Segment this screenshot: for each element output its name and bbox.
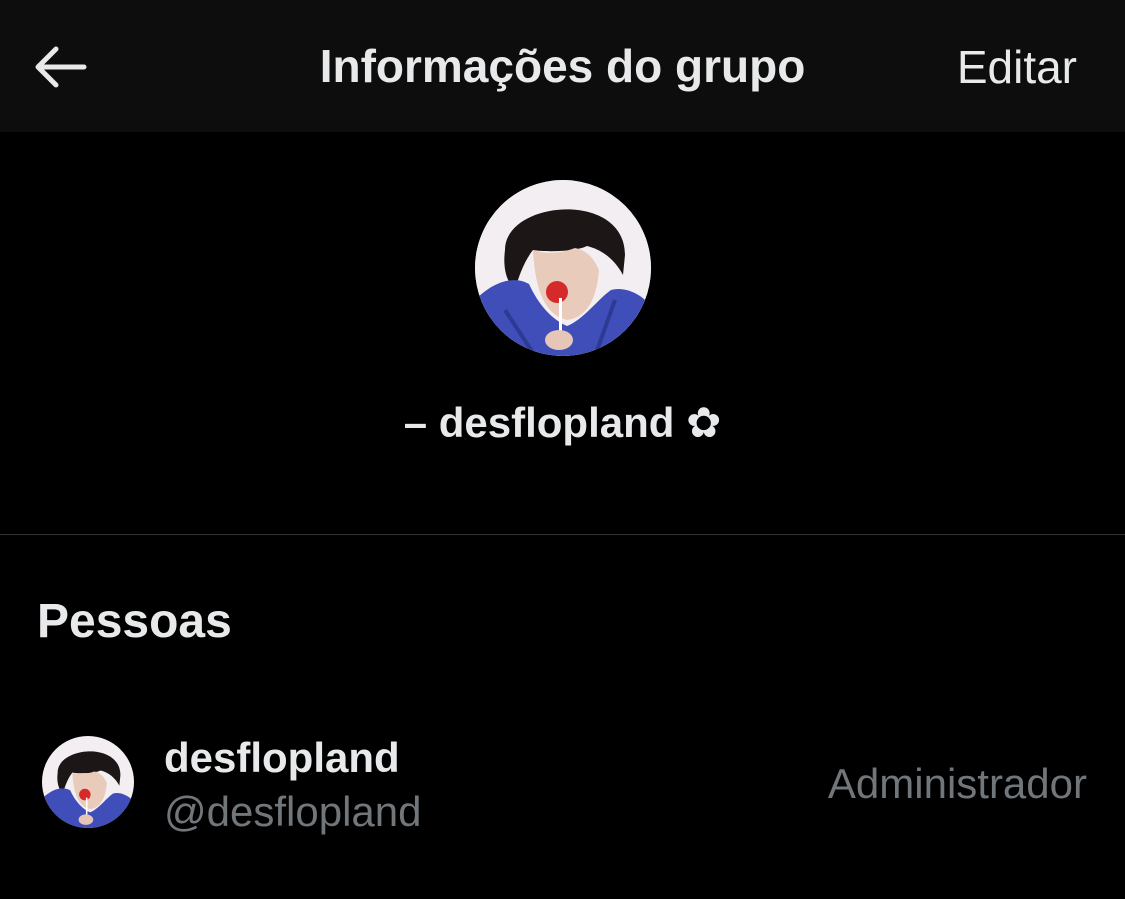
back-button[interactable] [22,32,98,102]
section-divider [0,534,1125,535]
edit-button[interactable]: Editar [957,36,1077,98]
member-role-badge: Administrador [827,760,1087,807]
arrow-left-icon [35,46,87,88]
header-bar: Informações do grupo Editar [0,0,1125,132]
group-info-screen: Informações do grupo Editar – desfloplan… [0,0,1125,899]
member-avatar-image [42,736,134,828]
group-name: – desflopland ✿ [403,399,722,446]
people-section-title: Pessoas [37,595,232,648]
member-name: desflopland [164,734,400,781]
member-handle: @desflopland [164,788,422,835]
group-avatar[interactable] [475,180,651,356]
member-avatar[interactable] [42,736,134,828]
member-row[interactable]: desflopland @desflopland Administrador [0,720,1125,850]
group-avatar-image [475,180,651,356]
